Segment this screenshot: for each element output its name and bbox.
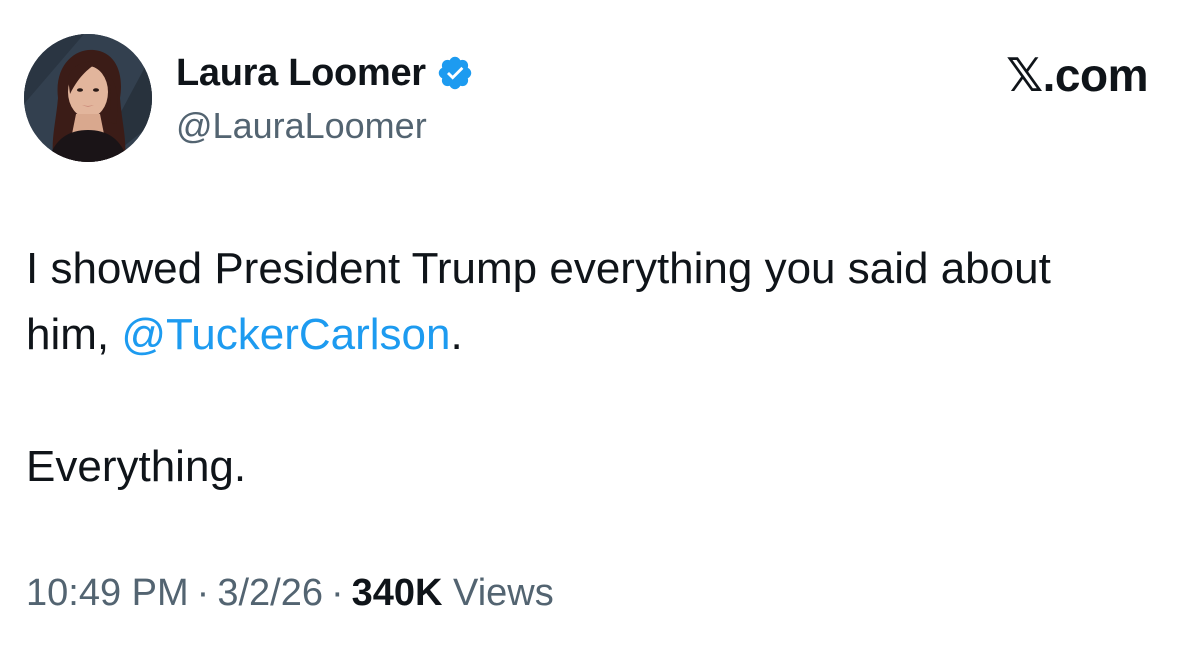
verified-badge-icon[interactable] — [436, 54, 474, 92]
tweet-date[interactable]: 3/2/26 — [217, 572, 323, 614]
tweet-time[interactable]: 10:49 PM — [26, 572, 189, 614]
tweet-line: I showed President Trump everything you … — [26, 244, 1051, 293]
site-logo: 𝕏.com — [1006, 49, 1148, 101]
author-name[interactable]: Laura Loomer — [176, 50, 474, 96]
tweet-line: Everything. — [26, 442, 247, 491]
tweet-text: I showed President Trump everything you … — [26, 236, 1186, 500]
tweet-meta: 10:49 PM · 3/2/26 · 340K Views — [26, 568, 554, 618]
tweet-line: him, @TuckerCarlson. — [26, 302, 1186, 368]
mention-link[interactable]: @TuckerCarlson — [121, 310, 450, 359]
tweet-text-segment: him, — [26, 310, 122, 359]
author-handle[interactable]: @LauraLoomer — [176, 104, 427, 148]
tweet-card[interactable]: Laura Loomer @LauraLoomer 𝕏.com I showed… — [0, 0, 1200, 659]
tweet-text-segment: . — [450, 310, 463, 359]
avatar[interactable] — [24, 34, 152, 162]
views-label: Views — [453, 572, 554, 614]
author-display-name: Laura Loomer — [176, 52, 426, 94]
meta-separator: · — [330, 572, 344, 614]
views-count: 340K — [351, 572, 443, 614]
avatar-photo — [24, 34, 152, 162]
meta-separator: · — [196, 572, 210, 614]
